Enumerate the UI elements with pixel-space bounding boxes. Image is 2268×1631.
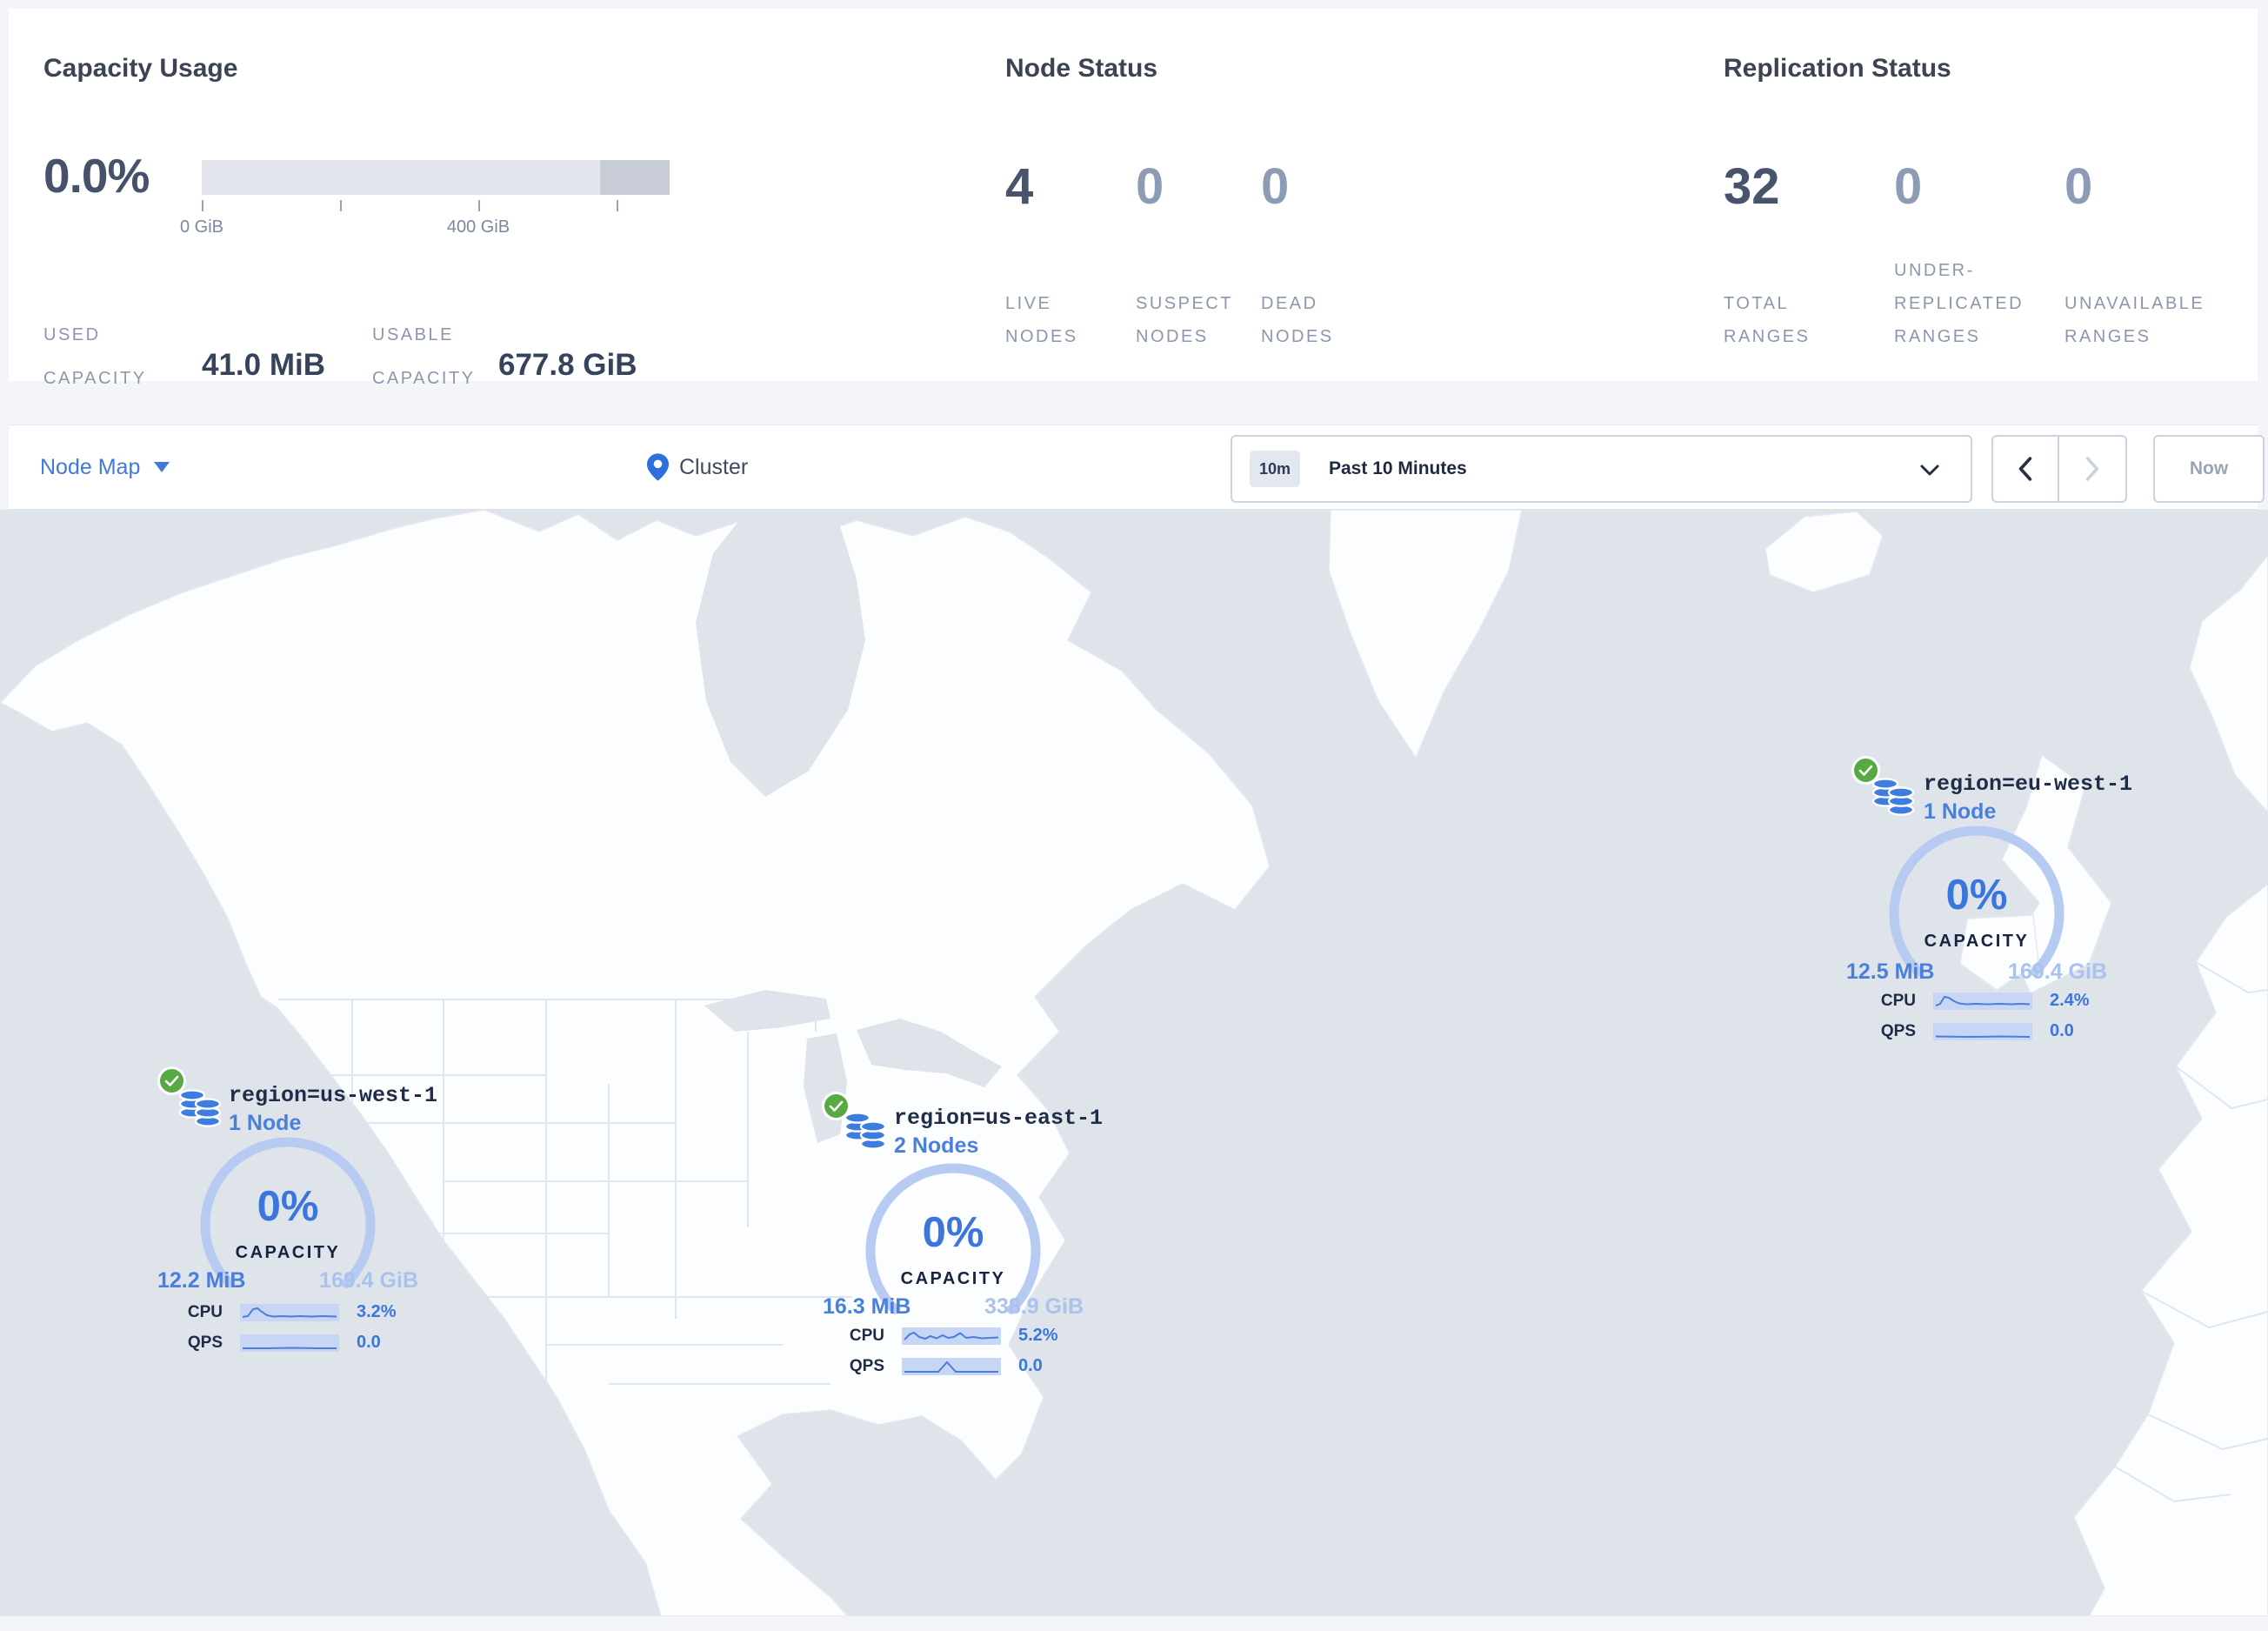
cpu-label: CPU	[849, 1326, 884, 1345]
qps-value: 0.0	[2050, 1021, 2074, 1040]
region-metrics: CPU 3.2% QPS 0.0	[170, 1302, 421, 1353]
region-name: region=us-east-1	[894, 1106, 1104, 1131]
qps-sparkline	[902, 1357, 1001, 1375]
database-nodes-icon	[1871, 778, 1915, 816]
cpu-sparkline	[240, 1303, 339, 1321]
qps-value: 0.0	[1018, 1356, 1043, 1375]
region-metrics: CPU 2.4% QPS 0.0	[1864, 991, 2114, 1041]
region-name: region=us-west-1	[229, 1083, 438, 1108]
cpu-sparkline	[1933, 992, 2032, 1010]
cpu-label: CPU	[187, 1302, 223, 1321]
svg-text:CAPACITY: CAPACITY	[901, 1269, 1006, 1288]
svg-text:CAPACITY: CAPACITY	[1924, 932, 2030, 951]
svg-text:0%: 0%	[1946, 872, 2008, 919]
usable-capacity: 338.9 GiB	[984, 1294, 1084, 1319]
region-metrics: CPU 5.2% QPS 0.0	[832, 1326, 1083, 1376]
capacity-values: 12.2 MiB 169.4 GiB	[157, 1268, 418, 1293]
cpu-value: 5.2%	[1018, 1326, 1058, 1345]
qps-sparkline	[240, 1334, 339, 1352]
capacity-values: 12.5 MiB 169.4 GiB	[1846, 959, 2107, 985]
used-capacity: 16.3 MiB	[823, 1294, 911, 1319]
database-nodes-icon	[178, 1089, 222, 1127]
qps-label: QPS	[849, 1356, 884, 1375]
qps-sparkline	[1933, 1022, 2032, 1040]
svg-text:0%: 0%	[257, 1183, 319, 1230]
region-node-count[interactable]: 2 Nodes	[894, 1133, 978, 1159]
cpu-value: 2.4%	[2050, 991, 2090, 1010]
capacity-values: 16.3 MiB 338.9 GiB	[823, 1294, 1084, 1320]
region-name: region=eu-west-1	[1924, 772, 2133, 797]
svg-text:CAPACITY: CAPACITY	[236, 1243, 341, 1262]
qps-label: QPS	[187, 1333, 223, 1352]
database-nodes-icon	[844, 1112, 887, 1150]
usable-capacity: 169.4 GiB	[319, 1268, 418, 1293]
cockroachdb-node-map-page: { "header": { "capacity_usage": { "title…	[0, 0, 2268, 1631]
region-node-count[interactable]: 1 Node	[1924, 799, 1996, 825]
qps-label: QPS	[1880, 1021, 1916, 1040]
svg-text:0%: 0%	[923, 1209, 984, 1256]
region-node-count[interactable]: 1 Node	[229, 1111, 301, 1136]
qps-value: 0.0	[357, 1333, 381, 1352]
used-capacity: 12.2 MiB	[157, 1268, 246, 1293]
region-markers-layer: region=us-west-1 1 Node 0% CAPACITY 12.2…	[0, 0, 2268, 1631]
cpu-sparkline	[902, 1327, 1001, 1345]
used-capacity: 12.5 MiB	[1846, 959, 1935, 984]
cpu-label: CPU	[1880, 991, 1916, 1010]
cpu-value: 3.2%	[357, 1302, 397, 1321]
usable-capacity: 169.4 GiB	[2008, 959, 2107, 984]
